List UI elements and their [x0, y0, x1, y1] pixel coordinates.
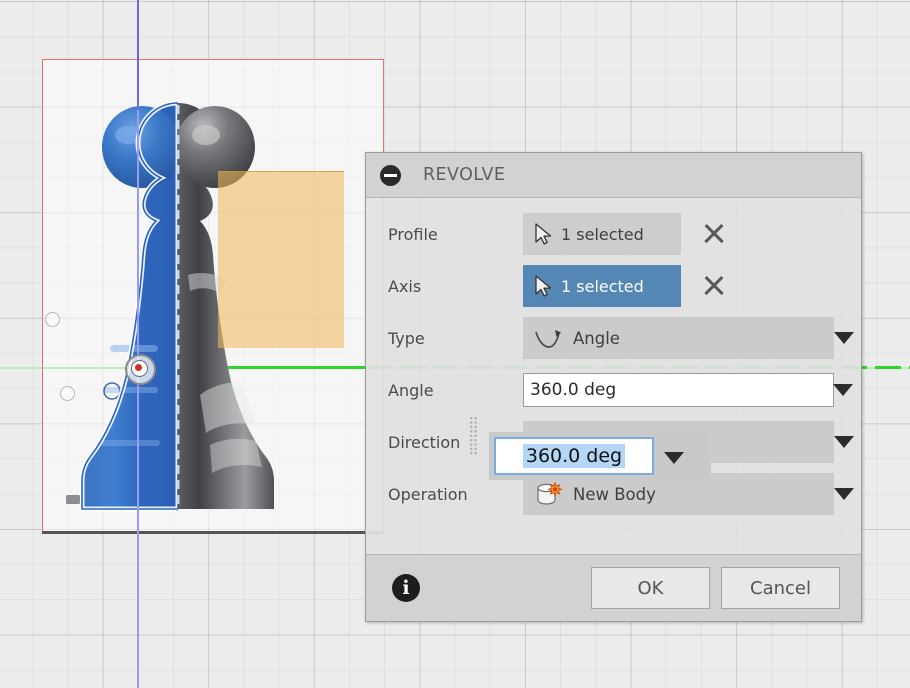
angle-input[interactable]: 360.0 deg	[523, 373, 853, 407]
cursor-arrow-icon	[535, 275, 552, 297]
axis-selection-button[interactable]: 1 selected	[523, 265, 681, 307]
info-icon[interactable]: i	[392, 574, 420, 602]
profile-selection-button[interactable]: 1 selected	[523, 213, 681, 255]
z-axis-highlight	[137, 0, 140, 110]
type-dropdown[interactable]: Angle	[523, 317, 854, 359]
control-point-circle[interactable]	[45, 312, 60, 327]
value-editor-input[interactable]: 360.0 deg	[494, 437, 654, 475]
row-angle: Angle 360.0 deg	[366, 364, 861, 416]
cancel-button[interactable]: Cancel	[721, 567, 840, 609]
label-axis: Axis	[388, 276, 422, 296]
origin-marker-dot	[135, 364, 142, 371]
cursor-arrow-icon	[535, 223, 552, 245]
dialog-titlebar[interactable]: REVOLVE	[366, 153, 861, 198]
chevron-down-icon[interactable]	[834, 488, 854, 500]
angle-input-value: 360.0 deg	[530, 380, 617, 400]
label-angle: Angle	[388, 380, 434, 400]
chevron-down-icon[interactable]	[833, 384, 853, 396]
axis-clear-icon[interactable]	[703, 275, 725, 297]
row-profile: Profile 1 selected	[366, 208, 861, 260]
label-profile: Profile	[388, 224, 438, 244]
row-type: Type Angle	[366, 312, 861, 364]
dialog-title: REVOLVE	[423, 165, 506, 185]
collapse-icon[interactable]	[380, 164, 401, 186]
type-value: Angle	[573, 328, 620, 348]
label-operation: Operation	[388, 484, 468, 504]
profile-clear-icon[interactable]	[703, 223, 725, 245]
ok-button[interactable]: OK	[591, 567, 710, 609]
value-editor-text: 360.0 deg	[522, 444, 626, 468]
sketch-boundary-bottom	[42, 531, 384, 534]
label-type: Type	[388, 328, 425, 348]
profile-selection-value: 1 selected	[561, 224, 644, 244]
chevron-down-icon[interactable]	[834, 332, 854, 344]
angle-arc-icon	[535, 330, 561, 348]
row-axis: Axis 1 selected	[366, 260, 861, 312]
operation-value: New Body	[573, 484, 656, 504]
control-point-circle[interactable]	[60, 386, 75, 401]
new-body-cylinder-icon	[537, 481, 563, 505]
dialog-rows: Profile 1 selected Axis 1 selected Type	[366, 198, 861, 520]
dialog-footer: i OK Cancel	[366, 554, 861, 621]
value-editor-chevron-down-icon[interactable]	[664, 452, 684, 464]
chevron-down-icon[interactable]	[834, 436, 854, 448]
sketch-boundary	[42, 59, 384, 533]
revolve-dialog[interactable]: REVOLVE Profile 1 selected Axis 1 select…	[365, 152, 862, 622]
axis-selection-value: 1 selected	[561, 276, 644, 296]
